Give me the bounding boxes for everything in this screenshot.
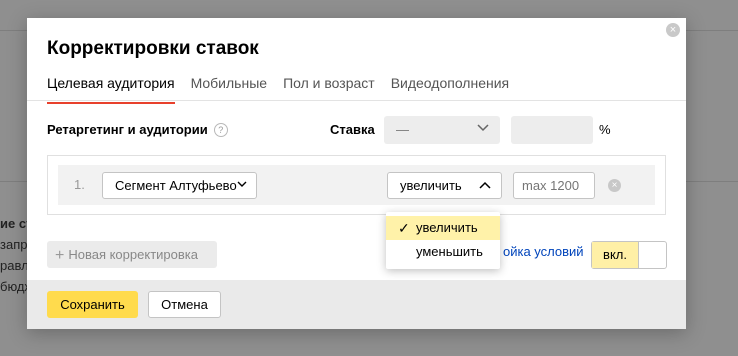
toggle-on-label: вкл. xyxy=(592,242,638,268)
background-text: равл xyxy=(0,258,29,273)
bid-select[interactable]: — xyxy=(384,116,500,144)
rules-list: 1. Сегмент Алтуфьево увеличить × xyxy=(47,155,666,215)
rule-row: 1. Сегмент Алтуфьево увеличить × xyxy=(58,165,655,205)
option-decrease[interactable]: уменьшить xyxy=(386,240,500,264)
new-adjustment-button[interactable]: + Новая корректировка xyxy=(47,241,217,268)
remove-rule-icon[interactable]: × xyxy=(608,179,621,192)
percent-sign: % xyxy=(599,122,611,137)
retargeting-label: Ретаргетинг и аудитории? xyxy=(47,122,228,137)
option-label: увеличить xyxy=(416,220,478,235)
bid-select-value: — xyxy=(396,122,409,137)
toggle-divider xyxy=(638,242,639,268)
plus-icon: + xyxy=(55,247,65,264)
segment-select-label: Сегмент Алтуфьево xyxy=(115,178,237,193)
direction-select-label: увеличить xyxy=(400,178,462,193)
direction-select[interactable]: увеличить xyxy=(387,172,502,199)
modal-title: Корректировки ставок xyxy=(47,38,259,59)
modal-footer: Сохранить Отмена xyxy=(27,280,686,329)
segment-select[interactable]: Сегмент Алтуфьево xyxy=(102,172,257,199)
conditions-settings-link[interactable]: ойка условий xyxy=(503,244,584,259)
background-text: запр xyxy=(0,237,28,252)
chevron-down-icon xyxy=(477,124,489,132)
bid-label: Ставка xyxy=(330,122,375,137)
close-icon[interactable]: × xyxy=(666,23,680,37)
cancel-button[interactable]: Отмена xyxy=(148,291,221,318)
chevron-up-icon xyxy=(479,181,491,189)
direction-dropdown: ✓ увеличить уменьшить xyxy=(386,212,500,269)
bid-percent-input[interactable] xyxy=(511,116,593,144)
check-icon: ✓ xyxy=(398,220,410,236)
option-label: уменьшить xyxy=(416,244,483,259)
enable-toggle[interactable]: вкл. xyxy=(591,241,667,269)
option-increase[interactable]: ✓ увеличить xyxy=(386,216,500,240)
save-button[interactable]: Сохранить xyxy=(47,291,138,318)
chevron-down-icon xyxy=(237,181,247,188)
help-icon[interactable]: ? xyxy=(213,123,228,137)
bid-adjustments-modal: × Корректировки ставок Целевая аудитория… xyxy=(27,18,686,329)
max-value-input[interactable] xyxy=(513,172,595,199)
tabs-divider xyxy=(27,100,686,101)
new-adjustment-label: Новая корректировка xyxy=(68,247,198,262)
retargeting-label-text: Ретаргетинг и аудитории xyxy=(47,122,208,137)
rule-number: 1. xyxy=(74,177,85,192)
